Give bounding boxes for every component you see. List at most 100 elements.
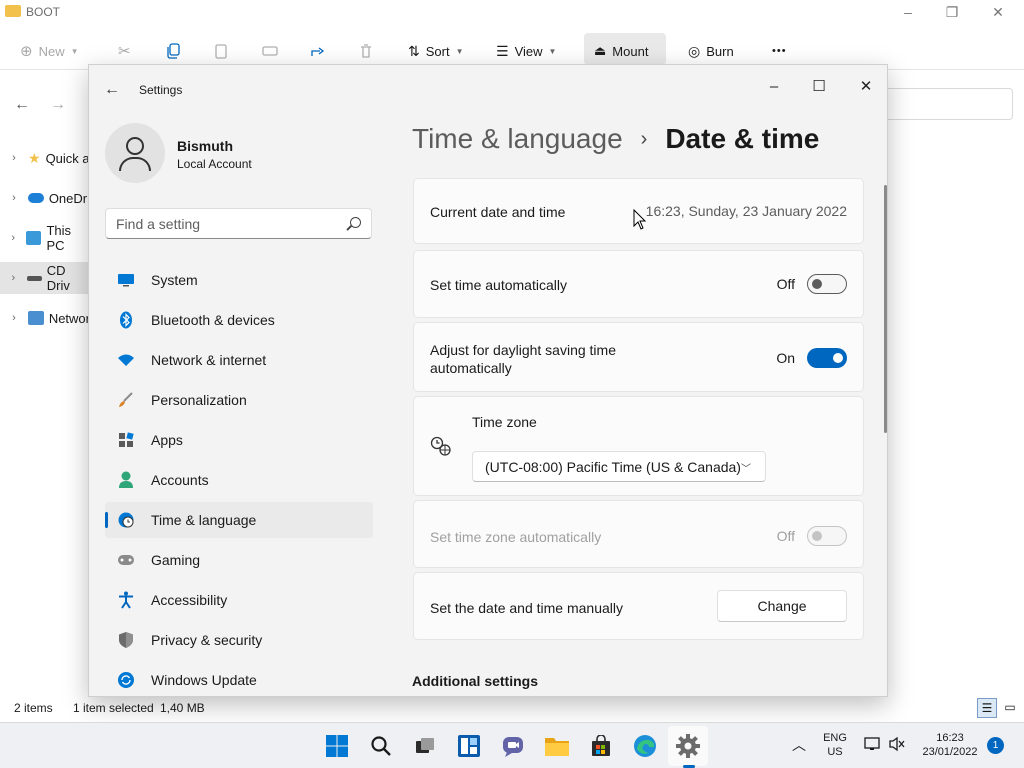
settings-search-box[interactable] [105,208,372,239]
search-button[interactable] [368,733,394,759]
sort-icon: ⇅ [408,42,420,59]
volume-muted-icon[interactable] [888,736,906,755]
nav-item-accounts[interactable]: Accounts [105,462,373,498]
daylight-saving-label-line1: Adjust for daylight saving time [430,342,616,358]
burn-button[interactable]: ◎ Burn [688,40,734,62]
new-button[interactable]: ⊕ New ▼ [20,40,79,62]
explorer-close-button[interactable]: ✕ [988,4,1008,21]
card-time-zone-automatic: Set time zone automatically Off [413,500,864,568]
set-time-automatically-label: Set time automatically [430,277,567,293]
chevron-right-icon: › [12,152,16,164]
drive-icon [26,275,42,281]
clock[interactable]: 16:23 23/01/2022 [918,731,982,759]
clipboard-icon [215,44,227,59]
tree-item-quick-access[interactable]: › ★ Quick a [0,142,90,174]
nav-item-label: Time & language [151,512,257,528]
details-icon: ☰ [981,701,993,715]
sort-button[interactable]: ⇅ Sort ▼ [408,40,464,62]
nav-item-network-internet[interactable]: Network & internet [105,342,373,378]
copy-button[interactable] [166,40,182,62]
user-name: Bismuth [177,138,233,154]
delete-button[interactable] [358,40,374,62]
explorer-minimize-button[interactable]: – [898,4,918,20]
store-icon [592,735,610,756]
tree-item-this-pc[interactable]: › This PC [0,222,90,254]
chevron-right-icon: › [11,232,16,244]
maximize-button[interactable]: ☐ [796,73,842,101]
nav-item-system[interactable]: System [105,262,373,298]
forward-arrow-icon[interactable]: → [50,96,66,114]
nav-item-bluetooth-devices[interactable]: Bluetooth & devices [105,302,373,338]
card-set-manually: Set the date and time manually Change [413,572,864,640]
explorer-search-box[interactable] [885,88,1013,120]
share-button[interactable] [310,40,326,62]
scrollbar[interactable] [884,185,887,433]
chevron-down-icon: ▼ [455,46,464,56]
language-indicator[interactable]: ENG US [820,731,850,759]
windows-logo-icon [326,735,348,757]
edge-button[interactable] [632,733,658,759]
nav-item-accessibility[interactable]: Accessibility [105,582,373,618]
chat-button[interactable] [500,733,526,759]
person-icon [117,471,135,489]
page-title: Date & time [665,123,820,154]
more-options-button[interactable]: ••• [772,40,787,62]
tree-item-onedrive[interactable]: › OneDri [0,182,90,214]
toggle-knob [812,531,822,541]
search-icon[interactable] [350,217,361,228]
nav-item-label: Gaming [151,552,201,568]
chevron-right-icon: › [11,272,16,284]
tree-item-cd-drive[interactable]: › CD Driv [0,262,90,294]
search-input[interactable] [106,209,326,238]
change-button[interactable]: Change [717,590,847,622]
back-arrow-icon[interactable]: ← [104,81,120,99]
back-arrow-icon[interactable]: ← [14,96,30,114]
keyboard-layout: US [827,746,843,758]
view-button-label: View [514,43,543,59]
network-icon [27,311,44,325]
start-button[interactable] [324,733,350,759]
view-button[interactable]: ☰ View ▼ [496,40,556,62]
search-icon [371,736,391,756]
mount-button[interactable]: ⏏ Mount [594,40,648,62]
paste-button[interactable] [213,40,229,62]
status-selected: 1 item selected [73,701,154,715]
rename-button[interactable] [262,40,278,62]
store-button[interactable] [588,733,614,759]
nav-item-apps[interactable]: Apps [105,422,373,458]
avatar[interactable] [105,123,165,183]
nav-item-label: Accessibility [151,592,228,608]
chat-icon [503,737,523,757]
network-icon[interactable] [864,736,882,755]
clock-date: 23/01/2022 [922,746,978,758]
nav-item-label: Personalization [151,392,247,408]
card-time-zone: Time zone (UTC-08:00) Pacific Time (US &… [413,396,864,496]
notification-badge[interactable]: 1 [987,737,1004,754]
file-explorer-button[interactable] [544,733,570,759]
settings-taskbar-button[interactable] [675,733,701,759]
widgets-button[interactable] [456,733,482,759]
cut-button[interactable]: ✂ [118,40,131,62]
minimize-button[interactable]: – [751,73,797,101]
brush-icon [117,391,135,409]
nav-item-privacy-security[interactable]: Privacy & security [105,622,373,658]
details-view-button[interactable]: ☰ [977,698,997,718]
daylight-saving-toggle[interactable] [807,348,847,368]
breadcrumb-parent-link[interactable]: Time & language [412,123,623,155]
time-zone-dropdown[interactable]: (UTC-08:00) Pacific Time (US & Canada) ﹀ [472,451,766,482]
nav-item-gaming[interactable]: Gaming [105,542,373,578]
nav-item-windows-update[interactable]: Windows Update [105,662,373,696]
tiles-view-button[interactable]: ▭ [1000,698,1020,718]
nav-item-time-language[interactable]: Time & language [105,502,373,538]
nav-item-personalization[interactable]: Personalization [105,382,373,418]
clock-time: 16:23 [936,732,964,744]
time-zone-automatic-toggle[interactable] [807,526,847,546]
set-time-automatically-toggle[interactable] [807,274,847,294]
card-daylight-saving: Adjust for daylight saving time automati… [413,322,864,392]
tree-item-network[interactable]: › Networ [0,302,90,334]
task-view-button[interactable] [412,733,438,759]
chevron-up-icon[interactable]: ︿ [792,735,806,755]
explorer-maximize-button[interactable]: ❐ [942,4,962,21]
gamepad-icon [117,551,135,569]
close-button[interactable]: ✕ [843,73,887,101]
